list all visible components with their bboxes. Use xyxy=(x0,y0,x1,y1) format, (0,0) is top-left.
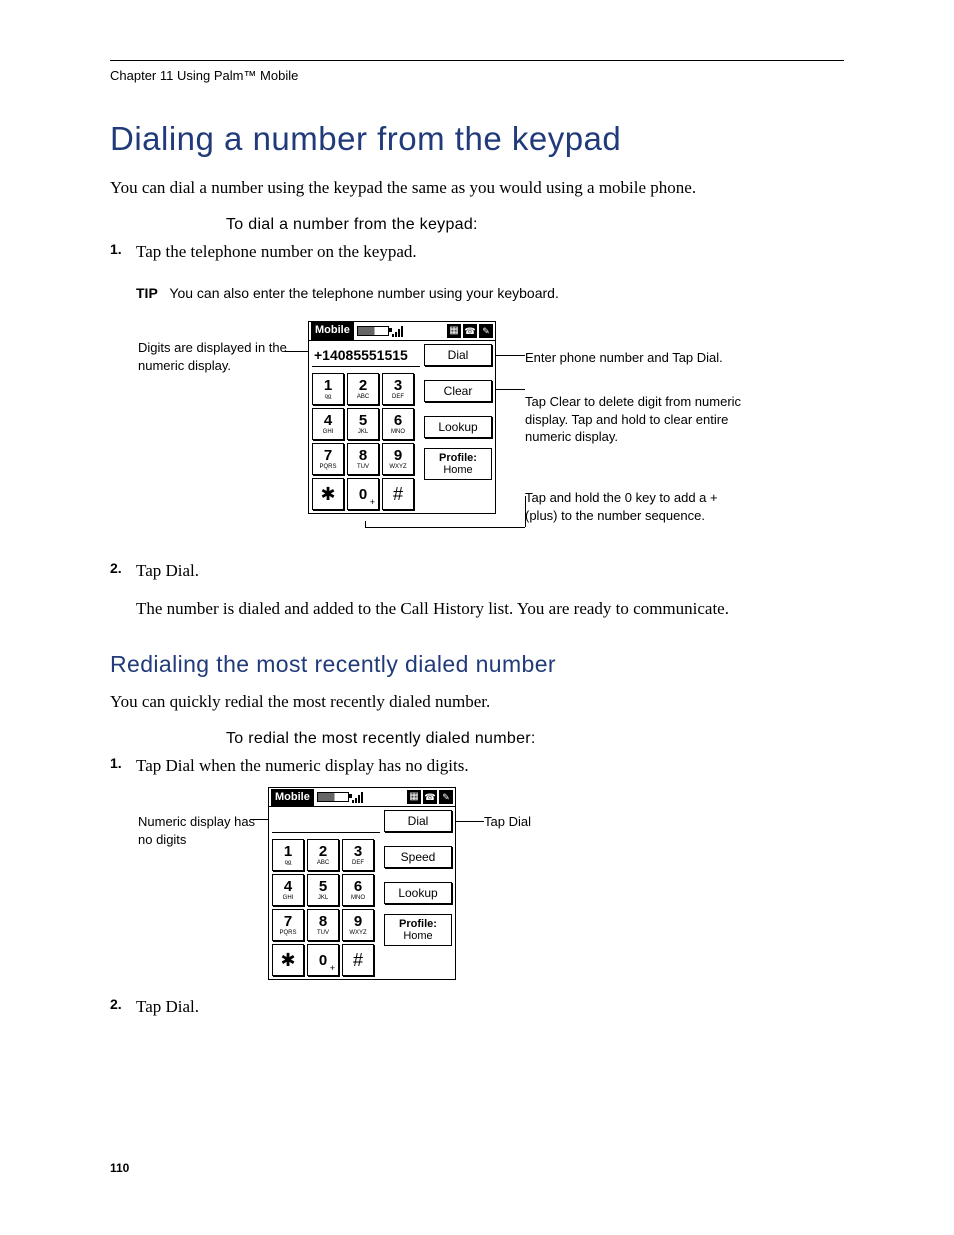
key-5[interactable]: 5JKL xyxy=(307,874,339,906)
step-text: Tap the telephone number on the keypad. xyxy=(136,242,417,261)
key-7[interactable]: 7PQRS xyxy=(272,909,304,941)
callout-right: Tap Dial xyxy=(484,813,604,831)
procedure-heading: To dial a number from the keypad: xyxy=(226,216,844,234)
palm-device: Mobile +14085551515 1ᴏ͟ xyxy=(308,321,496,514)
paragraph: You can quickly redial the most recently… xyxy=(110,690,730,714)
lookup-button[interactable]: Lookup xyxy=(384,882,452,904)
step-text: Tap Dial. xyxy=(136,997,199,1016)
app-label: Mobile xyxy=(271,789,314,806)
key-0[interactable]: 0+ xyxy=(347,478,379,510)
key-9[interactable]: 9WXYZ xyxy=(342,909,374,941)
grid-icon[interactable] xyxy=(447,324,461,338)
key-2[interactable]: 2ABC xyxy=(347,373,379,405)
key-8[interactable]: 8TUV xyxy=(307,909,339,941)
step-item: Tap Dial. xyxy=(110,995,730,1019)
numeric-display xyxy=(272,810,380,833)
callout-left: Digits are displayed in the numeric disp… xyxy=(138,339,288,374)
profile-button[interactable]: Profile: Home xyxy=(384,914,452,946)
phone-icon[interactable] xyxy=(463,324,477,338)
callout-clear: Tap Clear to delete digit from numeric d… xyxy=(525,393,745,446)
key-star[interactable]: ✱ xyxy=(312,478,344,510)
page-number: 110 xyxy=(110,1161,129,1175)
signal-icon xyxy=(392,325,406,337)
running-header: Chapter 11 Using Palm™ Mobile xyxy=(110,68,298,83)
key-5[interactable]: 5JKL xyxy=(347,408,379,440)
step-item: Tap the telephone number on the keypad. … xyxy=(110,240,730,541)
key-6[interactable]: 6MNO xyxy=(382,408,414,440)
dial-button[interactable]: Dial xyxy=(424,344,492,366)
key-3[interactable]: 3DEF xyxy=(382,373,414,405)
key-8[interactable]: 8TUV xyxy=(347,443,379,475)
phone-icon[interactable] xyxy=(423,790,437,804)
procedure-heading: To redial the most recently dialed numbe… xyxy=(226,730,844,748)
h1-section-title: Dialing a number from the keypad xyxy=(110,120,844,158)
key-4[interactable]: 4GHI xyxy=(272,874,304,906)
profile-button[interactable]: Profile: Home xyxy=(424,448,492,480)
tip-label: TIP xyxy=(136,285,158,301)
key-1[interactable]: 1ᴏ͟ᴏ xyxy=(312,373,344,405)
callout-zero: Tap and hold the 0 key to add a + (plus)… xyxy=(525,489,745,524)
grid-icon[interactable] xyxy=(407,790,421,804)
step-text: Tap Dial when the numeric display has no… xyxy=(136,756,469,775)
lookup-button[interactable]: Lookup xyxy=(424,416,492,438)
callout-left: Numeric display has no digits xyxy=(138,813,268,848)
key-star[interactable]: ✱ xyxy=(272,944,304,976)
paragraph: You can dial a number using the keypad t… xyxy=(110,176,730,200)
key-9[interactable]: 9WXYZ xyxy=(382,443,414,475)
key-4[interactable]: 4GHI xyxy=(312,408,344,440)
note-icon[interactable] xyxy=(479,324,493,338)
key-1[interactable]: 1ᴏ͟ᴏ xyxy=(272,839,304,871)
numeric-display: +14085551515 xyxy=(312,344,420,367)
callout-dial: Enter phone number and Tap Dial. xyxy=(525,349,745,367)
battery-icon xyxy=(357,326,389,336)
key-0[interactable]: 0+ xyxy=(307,944,339,976)
note-icon[interactable] xyxy=(439,790,453,804)
step-item: Tap Dial when the numeric display has no… xyxy=(110,754,730,978)
key-2[interactable]: 2ABC xyxy=(307,839,339,871)
dial-button[interactable]: Dial xyxy=(384,810,452,832)
step-text: Tap Dial. xyxy=(136,561,199,580)
tip-text: You can also enter the telephone number … xyxy=(169,285,558,301)
key-hash[interactable]: # xyxy=(382,478,414,510)
battery-icon xyxy=(317,792,349,802)
clear-button[interactable]: Clear xyxy=(424,380,492,402)
key-hash[interactable]: # xyxy=(342,944,374,976)
step-item: Tap Dial. The number is dialed and added… xyxy=(110,559,730,621)
signal-icon xyxy=(352,791,366,803)
key-6[interactable]: 6MNO xyxy=(342,874,374,906)
h2-subsection-title: Redialing the most recently dialed numbe… xyxy=(110,651,844,678)
key-3[interactable]: 3DEF xyxy=(342,839,374,871)
palm-device: Mobile 1ᴏ͟ᴏ xyxy=(268,787,456,980)
speed-button[interactable]: Speed xyxy=(384,846,452,868)
app-label: Mobile xyxy=(311,322,354,339)
step-body: The number is dialed and added to the Ca… xyxy=(136,597,730,621)
key-7[interactable]: 7PQRS xyxy=(312,443,344,475)
